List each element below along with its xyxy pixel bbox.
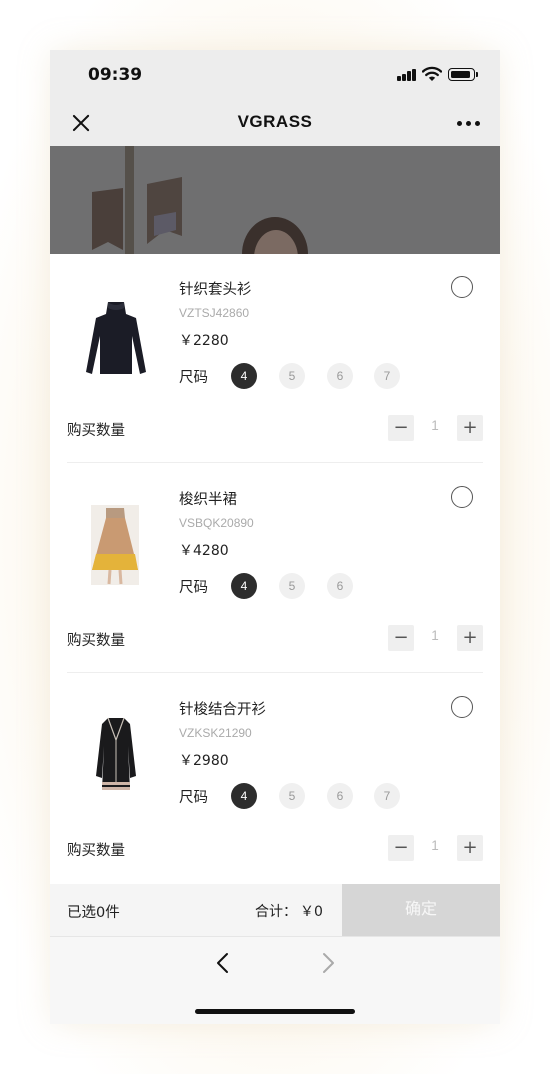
size-option[interactable]: 5 [279,783,305,809]
summary-panel: 已选0件 合计： ￥0 [50,884,342,936]
wifi-icon [422,66,442,81]
size-option[interactable]: 6 [327,363,353,389]
size-option[interactable]: 4 [231,783,257,809]
decrease-button[interactable]: − [388,415,414,441]
size-option[interactable]: 7 [374,363,400,389]
phone-screen: 09:39 VGRASS 针织套头衫 VZTSJ42860 ￥2280 尺码 4… [50,50,500,1024]
increase-button[interactable]: + [457,415,483,441]
product-name: 梭织半裙 [179,492,237,508]
browser-toolbar [50,936,500,1024]
quantity-label: 购买数量 [67,633,125,649]
quantity-value: 1 [431,418,439,433]
divider [67,672,483,673]
size-label: 尺码 [179,790,208,806]
selected-count: 已选0件 [67,905,120,921]
product-name: 针梭结合开衫 [179,702,266,718]
quantity-value: 1 [431,838,439,853]
product-card: 针织套头衫 VZTSJ42860 ￥2280 尺码 4 5 6 7 购买数量 −… [50,254,500,464]
size-option[interactable]: 7 [374,783,400,809]
product-image-sweater [86,302,146,374]
select-radio[interactable] [451,486,473,508]
checkout-footer: 已选0件 合计： ￥0 确定 [50,884,500,936]
size-option[interactable]: 6 [327,783,353,809]
battery-icon [448,68,478,81]
increase-button[interactable]: + [457,625,483,651]
signal-icon [397,69,417,81]
quantity-label: 购买数量 [67,843,125,859]
product-sheet: 针织套头衫 VZTSJ42860 ￥2280 尺码 4 5 6 7 购买数量 −… [50,254,500,884]
quantity-value: 1 [431,628,439,643]
select-radio[interactable] [451,276,473,298]
product-price: ￥2980 [179,753,229,769]
size-option[interactable]: 4 [231,573,257,599]
divider [67,462,483,463]
status-time: 09:39 [88,65,143,85]
size-label: 尺码 [179,370,208,386]
increase-button[interactable]: + [457,835,483,861]
product-image-cardigan [96,717,136,790]
decrease-button[interactable]: − [388,835,414,861]
select-radio[interactable] [451,696,473,718]
more-icon[interactable] [457,121,481,127]
home-indicator [195,1009,355,1014]
product-code: VSBQK20890 [179,516,254,530]
product-price: ￥4280 [179,543,229,559]
chevron-right-icon[interactable] [318,951,338,975]
total-value: ￥0 [300,904,323,920]
product-card: 针梭结合开衫 VZKSK21290 ￥2980 尺码 4 5 6 7 购买数量 … [50,674,500,884]
nav-bar: VGRASS [50,100,500,146]
product-price: ￥2280 [179,333,229,349]
product-code: VZTSJ42860 [179,306,250,320]
size-option[interactable]: 6 [327,573,353,599]
product-card: 梭织半裙 VSBQK20890 ￥4280 尺码 4 5 6 购买数量 − 1 … [50,464,500,674]
page-title: VGRASS [237,112,313,131]
product-image-skirt [91,505,139,585]
size-label: 尺码 [179,580,208,596]
quantity-label: 购买数量 [67,423,125,439]
banner-image [50,146,500,254]
size-option[interactable]: 5 [279,363,305,389]
size-option[interactable]: 5 [279,573,305,599]
total-label: 合计： [255,904,297,920]
confirm-button[interactable]: 确定 [342,884,500,936]
product-code: VZKSK21290 [179,726,252,740]
chevron-left-icon[interactable] [213,951,233,975]
product-name: 针织套头衫 [179,282,252,298]
size-option[interactable]: 4 [231,363,257,389]
decrease-button[interactable]: − [388,625,414,651]
status-bar: 09:39 [50,50,500,100]
